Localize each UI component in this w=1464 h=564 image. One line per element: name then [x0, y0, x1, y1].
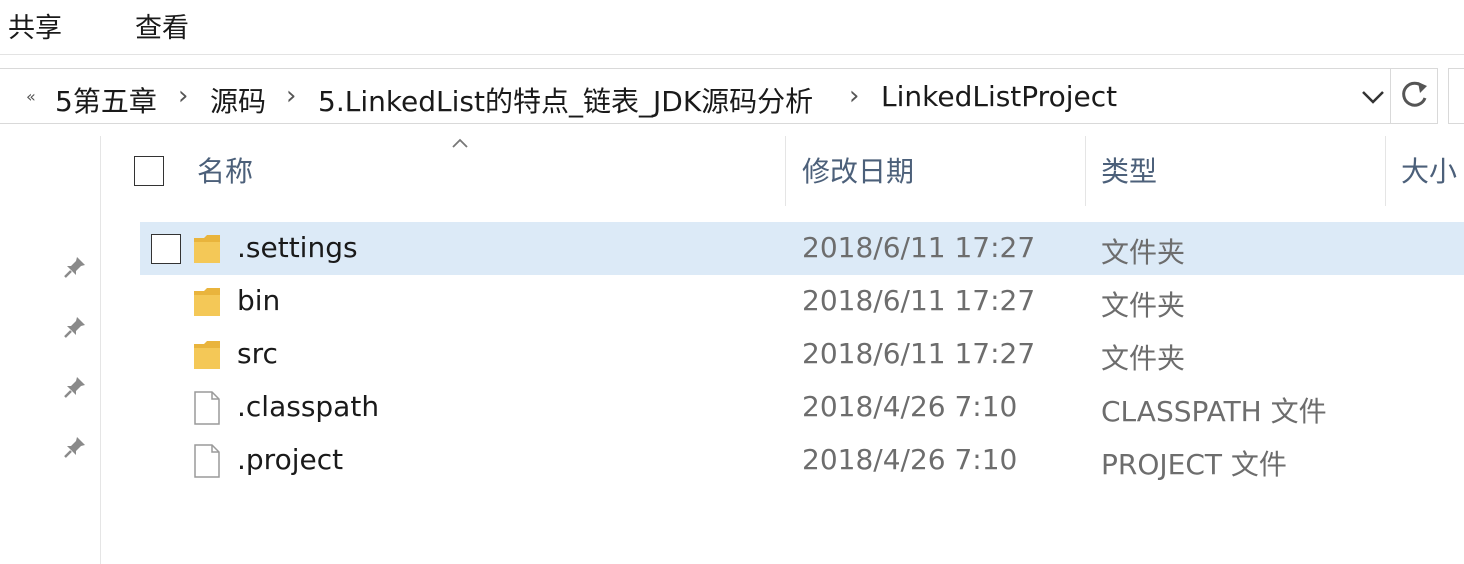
- navigation-pane: [0, 136, 101, 564]
- overflow-chevron-icon[interactable]: «: [26, 87, 36, 106]
- column-divider[interactable]: [1385, 136, 1386, 206]
- pin-icon[interactable]: [62, 254, 88, 280]
- breadcrumb-project[interactable]: LinkedListProject: [881, 80, 1117, 113]
- folder-icon: [194, 235, 220, 263]
- column-divider[interactable]: [785, 136, 786, 206]
- file-name: bin: [237, 284, 281, 317]
- ribbon-tabs: 共享 查看: [0, 0, 1464, 55]
- file-row[interactable]: .classpath 2018/4/26 7:10 CLASSPATH 文件: [140, 381, 1464, 434]
- file-name: .project: [237, 443, 344, 476]
- file-name: src: [237, 337, 278, 370]
- breadcrumb-chapter5[interactable]: 5第五章: [55, 80, 157, 120]
- row-checkbox[interactable]: [151, 234, 181, 264]
- file-date: 2018/4/26 7:10: [802, 443, 1018, 476]
- file-type: 文件夹: [1101, 236, 1186, 269]
- pin-icon[interactable]: [62, 374, 88, 400]
- folder-icon: [194, 341, 220, 369]
- chevron-right-icon[interactable]: ›: [849, 81, 859, 111]
- file-date: 2018/6/11 17:27: [802, 337, 1036, 370]
- file-row[interactable]: src 2018/6/11 17:27 文件夹: [140, 328, 1464, 381]
- column-divider[interactable]: [1085, 136, 1086, 206]
- pin-icon[interactable]: [62, 314, 88, 340]
- address-bar[interactable]: « 5第五章 › 源码 › 5.LinkedList的特点_链表_JDK源码分析…: [0, 68, 1391, 124]
- file-date: 2018/4/26 7:10: [802, 390, 1018, 423]
- column-header-size[interactable]: 大小: [1401, 150, 1457, 190]
- breadcrumb-source[interactable]: 源码: [210, 80, 266, 120]
- refresh-icon: [1402, 81, 1427, 107]
- select-all-checkbox[interactable]: [134, 156, 164, 186]
- column-header-type[interactable]: 类型: [1101, 150, 1157, 190]
- column-header-date[interactable]: 修改日期: [802, 150, 914, 190]
- chevron-right-icon[interactable]: ›: [178, 81, 188, 111]
- breadcrumb-linkedlist[interactable]: 5.LinkedList的特点_链表_JDK源码分析: [318, 80, 813, 120]
- search-box[interactable]: [1448, 68, 1464, 124]
- tab-share[interactable]: 共享: [8, 6, 62, 45]
- file-name: .settings: [237, 231, 358, 264]
- chevron-down-icon[interactable]: [1359, 83, 1387, 111]
- file-icon: [194, 391, 220, 425]
- tab-view[interactable]: 查看: [135, 6, 189, 45]
- file-type: 文件夹: [1101, 289, 1186, 322]
- file-name: .classpath: [237, 390, 380, 423]
- chevron-right-icon[interactable]: ›: [286, 81, 296, 111]
- column-header-name[interactable]: 名称: [197, 150, 253, 190]
- file-row[interactable]: bin 2018/6/11 17:27 文件夹: [140, 275, 1464, 328]
- file-type: CLASSPATH 文件: [1101, 395, 1327, 428]
- file-date: 2018/6/11 17:27: [802, 284, 1036, 317]
- file-type: 文件夹: [1101, 342, 1186, 375]
- folder-icon: [194, 288, 220, 316]
- file-icon: [194, 444, 220, 478]
- file-row[interactable]: .settings 2018/6/11 17:27 文件夹: [140, 222, 1464, 275]
- pin-icon[interactable]: [62, 434, 88, 460]
- sort-ascending-icon: [452, 138, 468, 148]
- file-date: 2018/6/11 17:27: [802, 231, 1036, 264]
- file-row[interactable]: .project 2018/4/26 7:10 PROJECT 文件: [140, 434, 1464, 487]
- refresh-button[interactable]: [1390, 68, 1438, 124]
- file-type: PROJECT 文件: [1101, 448, 1287, 481]
